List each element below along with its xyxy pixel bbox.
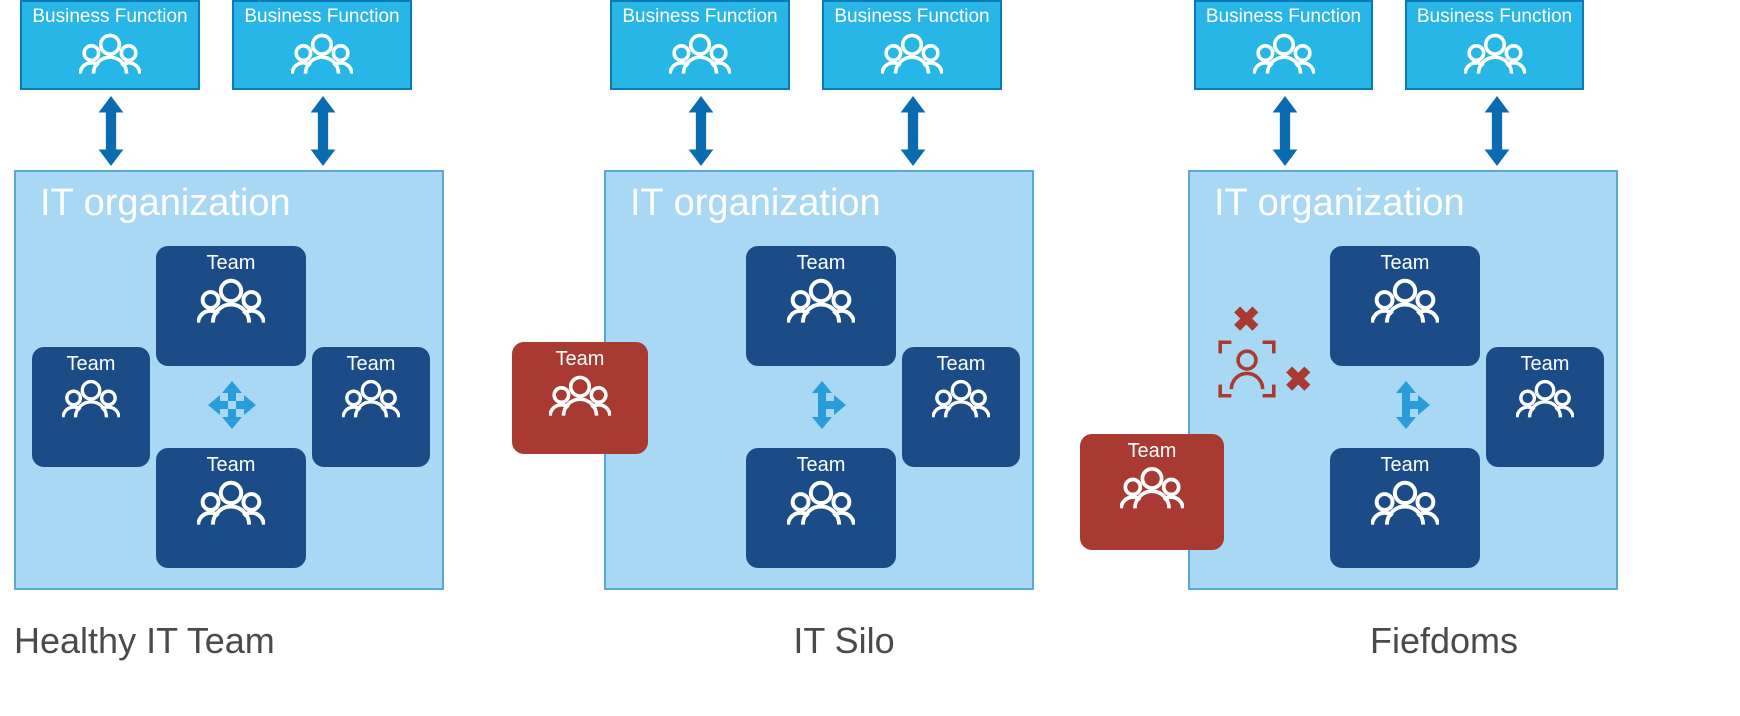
x-mark-icon: ✖ — [1284, 360, 1313, 400]
business-function-row: Business Function Business Function — [14, 0, 484, 90]
team-label: Team — [1521, 353, 1570, 376]
business-function-label: Business Function — [622, 6, 777, 28]
team-box-bottom: Team — [1330, 448, 1480, 568]
it-organization-box: IT organization Team Team Team Team — [14, 170, 444, 590]
three-way-arrow-icon — [1380, 379, 1432, 431]
people-icon — [881, 30, 943, 76]
it-organization-title: IT organization — [606, 172, 1032, 225]
business-function-box: Business Function — [20, 0, 200, 90]
business-function-label: Business Function — [834, 6, 989, 28]
people-icon — [1371, 275, 1439, 325]
people-icon — [79, 30, 141, 76]
bidirectional-arrow-icon — [688, 96, 714, 166]
column-silo: Business Function Business Function IT o… — [564, 0, 1034, 662]
team-label: Team — [556, 348, 605, 371]
bidirectional-arrow-icon — [98, 96, 124, 166]
bidirectional-arrow-icon — [900, 96, 926, 166]
center-collaboration — [784, 377, 860, 433]
team-label: Team — [207, 252, 256, 275]
caption-healthy: Healthy IT Team — [14, 620, 484, 662]
business-function-box: Business Function — [610, 0, 790, 90]
bidirectional-arrow-icon — [1484, 96, 1510, 166]
team-box-silo: Team — [512, 342, 648, 454]
column-fiefdoms: Business Function Business Function IT o… — [1114, 0, 1584, 662]
business-function-label: Business Function — [32, 6, 187, 28]
people-icon — [1253, 30, 1315, 76]
it-organization-title: IT organization — [16, 172, 442, 225]
team-label: Team — [1381, 454, 1430, 477]
people-icon — [291, 30, 353, 76]
people-icon — [62, 376, 120, 420]
team-box-bottom: Team — [156, 448, 306, 568]
team-label: Team — [1128, 440, 1177, 463]
team-label: Team — [797, 252, 846, 275]
team-box-right: Team — [1486, 347, 1604, 467]
business-function-box: Business Function — [822, 0, 1002, 90]
team-label: Team — [937, 353, 986, 376]
four-way-arrow-icon — [206, 379, 258, 431]
people-icon — [932, 376, 990, 420]
center-collaboration — [1368, 377, 1444, 433]
people-icon — [549, 371, 611, 419]
people-icon — [669, 30, 731, 76]
it-organization-box: IT organization Team Team Team Team — [604, 170, 1034, 590]
team-box-right: Team — [902, 347, 1020, 467]
people-icon — [787, 477, 855, 527]
people-icon — [1120, 463, 1184, 511]
people-icon — [1371, 477, 1439, 527]
business-function-label: Business Function — [244, 6, 399, 28]
business-function-box: Business Function — [232, 0, 412, 90]
business-function-label: Business Function — [1417, 6, 1572, 28]
people-icon — [1464, 30, 1526, 76]
team-label: Team — [67, 353, 116, 376]
arrow-row — [14, 90, 484, 170]
business-function-box: Business Function — [1405, 0, 1584, 90]
team-box-top: Team — [1330, 246, 1480, 366]
it-organization-title: IT organization — [1190, 172, 1616, 225]
business-function-row: Business Function Business Function — [564, 0, 1034, 90]
center-collaboration — [194, 377, 270, 433]
team-label: Team — [797, 454, 846, 477]
people-icon — [787, 275, 855, 325]
column-healthy: Business Function Business Function IT o… — [14, 0, 484, 662]
business-function-box: Business Function — [1194, 0, 1373, 90]
team-box-left: Team — [32, 347, 150, 467]
team-box-bottom: Team — [746, 448, 896, 568]
business-function-label: Business Function — [1206, 6, 1361, 28]
team-box-top: Team — [746, 246, 896, 366]
bidirectional-arrow-icon — [1272, 96, 1298, 166]
arrow-row — [564, 90, 1034, 170]
team-box-right: Team — [312, 347, 430, 467]
blocked-person-icon — [1218, 340, 1276, 398]
x-mark-icon: ✖ — [1232, 300, 1261, 340]
team-label: Team — [1381, 252, 1430, 275]
team-label: Team — [347, 353, 396, 376]
team-box-fiefdom: Team — [1080, 434, 1224, 550]
three-way-arrow-icon — [796, 379, 848, 431]
business-function-row: Business Function Business Function — [1114, 0, 1584, 90]
people-icon — [197, 275, 265, 325]
arrow-row — [1114, 90, 1584, 170]
caption-fiefdoms: Fiefdoms — [1114, 620, 1584, 662]
team-box-top: Team — [156, 246, 306, 366]
team-label: Team — [207, 454, 256, 477]
people-icon — [1516, 376, 1574, 420]
it-organization-box: IT organization Team Team Team ✖ ✖ Team — [1188, 170, 1618, 590]
bidirectional-arrow-icon — [310, 96, 336, 166]
caption-silo: IT Silo — [564, 620, 1034, 662]
people-icon — [197, 477, 265, 527]
people-icon — [342, 376, 400, 420]
